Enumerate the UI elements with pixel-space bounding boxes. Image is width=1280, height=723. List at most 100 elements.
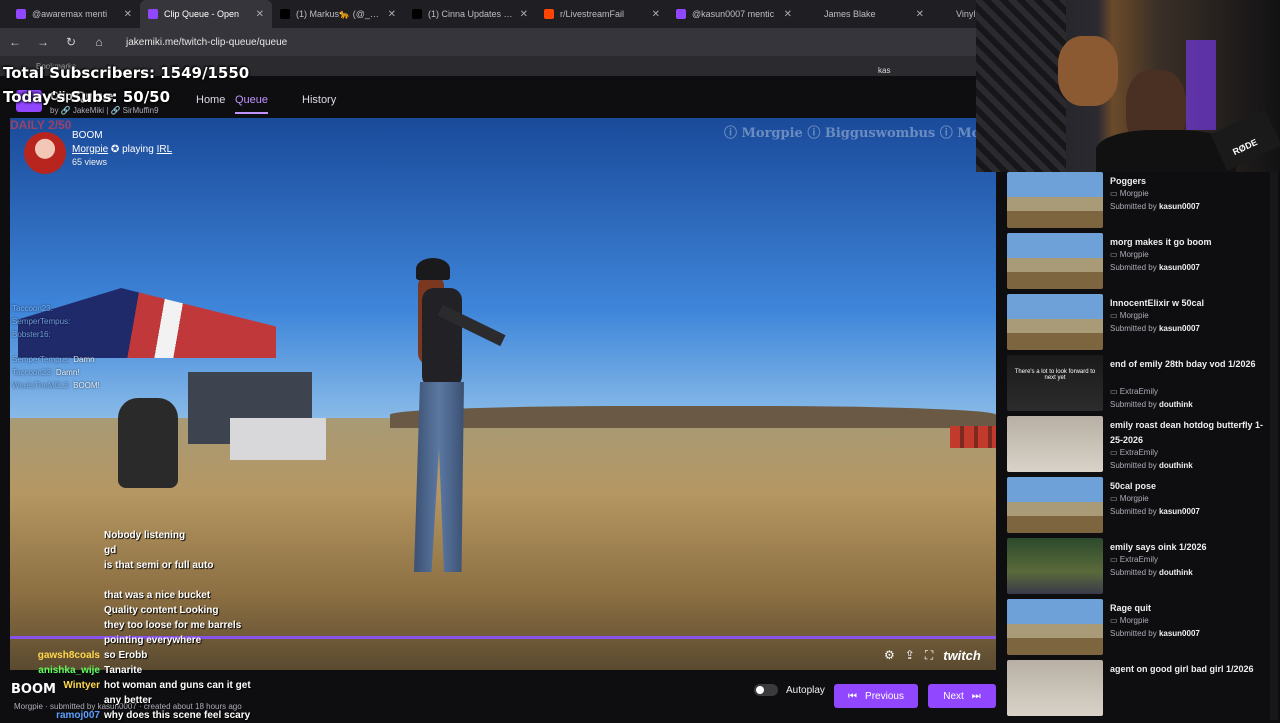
fullscreen-icon[interactable]: ⛶ (925, 648, 933, 663)
tab-favicon-icon (940, 9, 950, 19)
queue-item-submitter: kasun0007 (1158, 507, 1200, 516)
video-berm (390, 406, 996, 428)
nav-home[interactable]: Home (196, 94, 225, 112)
previous-label: Previous (865, 690, 904, 702)
queue-thumbnail[interactable] (1007, 172, 1103, 228)
queue-thumbnail[interactable] (1007, 660, 1103, 716)
twitch-logo[interactable]: twitch (943, 648, 981, 663)
clip-views: 65 views (72, 157, 108, 167)
queue-item[interactable]: agent on good girl bad girl 1/2026 (1007, 660, 1277, 718)
close-icon[interactable]: ✕ (256, 9, 264, 20)
chat-message: is that semi or full auto (104, 560, 214, 571)
queue-item-channel: Morgpie (1119, 189, 1149, 198)
queue-scrollbar[interactable] (1270, 172, 1278, 720)
chat-line: WeelsTheM0L3: BOOM! (12, 381, 122, 394)
video-watermark: ⓘ Morgpie ⓘ Bigguswombus ⓘ Morgpie (724, 126, 996, 141)
chat-message: Tanarite (104, 665, 143, 676)
forward-icon[interactable]: → (36, 35, 50, 49)
queue-item-submitter: douthink (1158, 568, 1193, 577)
close-icon[interactable]: ✕ (652, 9, 660, 20)
chat-line (12, 342, 122, 355)
chat-message: Nobody listening (104, 530, 186, 541)
queue-thumbnail[interactable] (1007, 416, 1103, 472)
clip-game-link[interactable]: IRL (157, 144, 173, 155)
settings-icon[interactable]: ⚙ (884, 648, 895, 663)
queue-item[interactable]: 50cal pose ▭ Morgpie Submitted by kasun000… (1007, 477, 1277, 535)
channel-icon: ▭ (1110, 616, 1120, 625)
close-icon[interactable]: ✕ (388, 9, 396, 20)
chat-line: ramoj007 why does this scene feel scary (4, 708, 304, 723)
queue-item-submitter-row: Submitted by kasun0007 (1110, 629, 1200, 638)
clip-title: BOOM (72, 130, 103, 141)
tab-label: (1) Cinna Updates on X (428, 9, 514, 19)
channel-icon: ▭ (1110, 250, 1120, 259)
back-icon[interactable]: ← (8, 35, 22, 49)
chat-user: Taccoon23: (12, 367, 53, 377)
chat-message: Damn! (55, 367, 80, 377)
url-field[interactable]: jakemiki.me/twitch-clip-queue/queue (126, 37, 287, 48)
close-icon[interactable]: ✕ (520, 9, 528, 20)
queue-thumbnail[interactable] (1007, 477, 1103, 533)
clip-playing-label: playing (122, 144, 154, 155)
close-icon[interactable]: ✕ (124, 9, 132, 20)
previous-button[interactable]: ⏮ Previous (834, 684, 918, 708)
nav-history[interactable]: History (302, 94, 336, 112)
queue-item[interactable]: morg makes it go boom ▭ Morgpie Submitted … (1007, 233, 1277, 291)
chat-line: Bobster16: (12, 330, 122, 343)
chat-user: WeelsTheM0L3: (12, 380, 71, 390)
channel-icon: ▭ (1110, 448, 1120, 457)
browser-tab[interactable]: r/LivestreamFail ✕ (536, 0, 668, 28)
queue-thumbnail[interactable]: There's a lot to look forward to next ye… (1007, 355, 1103, 411)
queue-item-channel: Morgpie (1119, 250, 1149, 259)
queue-item[interactable]: Rage quit ▭ Morgpie Submitted by kasun0007 (1007, 599, 1277, 657)
daily-badge: DAILY 2/50 (10, 118, 72, 132)
queue-item[interactable]: emily roast dean hotdog butterfly 1-25-2… (1007, 416, 1277, 474)
avatar[interactable] (24, 132, 66, 174)
home-icon[interactable]: ⌂ (92, 35, 106, 49)
queue-item-channel: Morgpie (1119, 494, 1149, 503)
stream-chat-overlay-faint: Taccoon23: SemperTempus: Bobster16: SemperT… (12, 304, 122, 394)
browser-tab[interactable]: (1) Cinna Updates on X ✕ (404, 0, 536, 28)
browser-tab[interactable]: (1) Markus🐆 (@_mark ✕ (272, 0, 404, 28)
chat-user: ramoj007 (56, 710, 100, 721)
clip-channel-link[interactable]: Morgpie (72, 144, 108, 155)
tab-label: James Blake (824, 9, 876, 19)
browser-tab[interactable]: @awaremax menti ✕ (8, 0, 140, 28)
submitted-by-label: Submitted by (1110, 629, 1157, 638)
close-icon[interactable]: ✕ (916, 9, 924, 20)
queue-item-title: end of emily 28th bday vod 1/2026 (1110, 359, 1256, 369)
queue-item[interactable]: There's a lot to look forward to next ye… (1007, 355, 1277, 413)
submitted-by-label: Submitted by (1110, 568, 1157, 577)
queue-item[interactable]: emily says oink 1/2026 ▭ ExtraEmily Submit… (1007, 538, 1277, 596)
queue-item-title: morg makes it go boom (1110, 237, 1212, 247)
close-icon[interactable]: ✕ (784, 9, 792, 20)
chat-message: why does this scene feel scary (104, 710, 251, 721)
chat-line: Taccoon23: (12, 304, 122, 317)
queue-item-channel-row: ▭ ExtraEmily (1110, 555, 1158, 564)
reload-icon[interactable]: ↻ (64, 35, 78, 49)
chat-line: pointing everywhere (4, 633, 304, 648)
queue-thumbnail[interactable] (1007, 233, 1103, 289)
submitted-by-label: Submitted by (1110, 263, 1157, 272)
chat-message: that was a nice bucket (104, 590, 211, 601)
chat-line: that was a nice bucket (4, 588, 304, 603)
queue-item-channel-row: ▭ ExtraEmily (1110, 448, 1158, 457)
autoplay-toggle[interactable] (754, 684, 778, 696)
nav-queue[interactable]: Queue (235, 94, 269, 114)
next-button[interactable]: Next ⏭ (928, 684, 996, 708)
queue-item-title: Poggers (1110, 176, 1147, 186)
queue-thumbnail[interactable] (1007, 538, 1103, 594)
queue-item-channel-row: ▭ Morgpie (1110, 311, 1149, 320)
queue-item[interactable]: Poggers ▭ Morgpie Submitted by kasun0007 (1007, 172, 1277, 230)
queue-thumbnail[interactable] (1007, 294, 1103, 350)
browser-tab[interactable]: James Blake ✕ (800, 0, 932, 28)
browser-tab[interactable]: @kasun0007 mentic ✕ (668, 0, 800, 28)
chat-line: any better (4, 693, 304, 708)
queue-item[interactable]: InnocentElixir w 50cal ▭ Morgpie Submitted… (1007, 294, 1277, 352)
browser-tab[interactable]: Clip Queue - Open ✕ (140, 0, 272, 28)
share-icon[interactable]: ⇪ (905, 648, 915, 663)
queue-item-channel-row: ▭ Morgpie (1110, 616, 1149, 625)
tab-label: Clip Queue - Open (164, 9, 240, 19)
app-credits: by 🔗 JakeMiki | 🔗 SirMuffin9 (50, 106, 159, 115)
queue-thumbnail[interactable] (1007, 599, 1103, 655)
